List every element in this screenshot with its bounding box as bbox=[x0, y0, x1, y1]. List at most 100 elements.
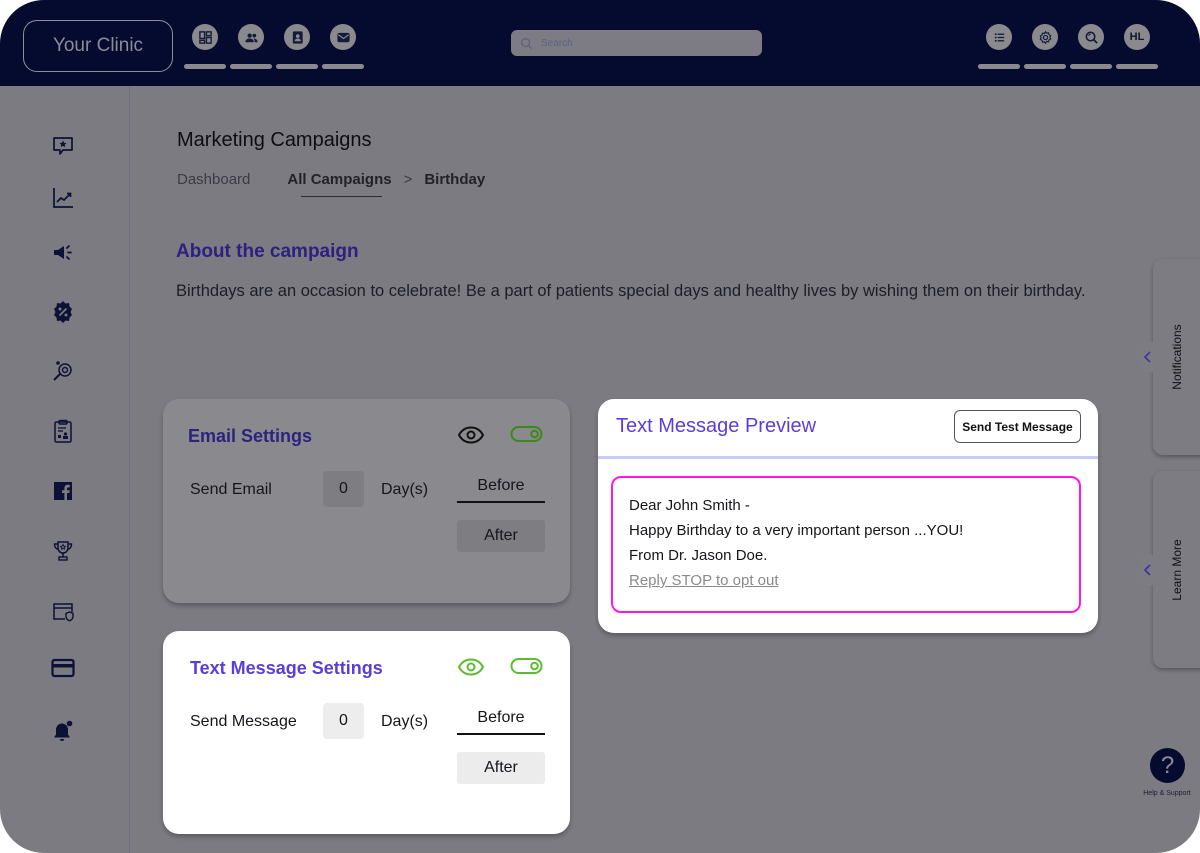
email-settings-title: Email Settings bbox=[188, 426, 313, 446]
help-button[interactable]: ? bbox=[1150, 748, 1185, 783]
notifications-expand-handle[interactable] bbox=[1138, 342, 1154, 372]
sidebar-item-discounts[interactable] bbox=[49, 298, 77, 326]
email-after-option[interactable]: After bbox=[457, 520, 545, 552]
top-bar: Your Clinic Search HL bbox=[0, 0, 1200, 86]
about-heading: About the campaign bbox=[176, 241, 359, 262]
nav-dashboard[interactable] bbox=[182, 24, 228, 69]
nav-search[interactable] bbox=[1068, 24, 1114, 69]
nav-indicator bbox=[276, 64, 318, 69]
avatar-initials: HL bbox=[1129, 31, 1145, 43]
message-signature: From Dr. Jason Doe. bbox=[629, 547, 768, 564]
app-frame: Your Clinic Search HL Marketing Campaign… bbox=[0, 0, 1200, 853]
nav-list[interactable] bbox=[976, 24, 1022, 69]
email-search-icon bbox=[53, 361, 72, 381]
nav-indicator bbox=[230, 64, 272, 69]
eye-icon[interactable] bbox=[457, 657, 485, 677]
search-zoom-icon bbox=[1085, 31, 1098, 44]
chevron-left-icon bbox=[1143, 351, 1151, 363]
clipboard-report-icon bbox=[54, 419, 72, 443]
sidebar-item-security[interactable] bbox=[49, 598, 77, 626]
question-mark-icon: ? bbox=[1160, 751, 1175, 779]
sidebar-item-reviews[interactable] bbox=[49, 132, 77, 160]
email-days-label: Day(s) bbox=[381, 481, 429, 498]
email-before-option[interactable]: Before bbox=[457, 471, 545, 503]
text-days-input[interactable]: 0 bbox=[323, 703, 364, 739]
chevron-right-icon: > bbox=[403, 171, 413, 188]
notifications-tab-label: Notifications bbox=[1170, 324, 1184, 390]
nav-indicator bbox=[1116, 64, 1158, 69]
text-enabled-toggle[interactable] bbox=[510, 657, 544, 675]
page-title: Marketing Campaigns bbox=[177, 129, 372, 151]
email-settings-card: Email Settings Send Email 0 Day(s) Befor… bbox=[163, 399, 570, 603]
right-nav: HL bbox=[976, 24, 1160, 69]
avatar[interactable]: HL bbox=[1124, 24, 1150, 50]
send-test-message-button[interactable]: Send Test Message bbox=[954, 410, 1081, 443]
text-after-option[interactable]: After bbox=[457, 752, 545, 784]
nav-indicator bbox=[322, 64, 364, 69]
sidebar-item-email-search[interactable] bbox=[49, 356, 77, 384]
message-body: Happy Birthday to a very important perso… bbox=[629, 522, 964, 539]
nav-patients[interactable] bbox=[228, 24, 274, 69]
contacts-book-icon bbox=[292, 30, 303, 44]
credit-card-icon bbox=[51, 658, 75, 678]
nav-settings[interactable] bbox=[1022, 24, 1068, 69]
list-icon bbox=[994, 32, 1004, 42]
facebook-icon bbox=[54, 482, 72, 500]
breadcrumb-birthday: Birthday bbox=[424, 171, 486, 188]
marketing-megaphone-icon bbox=[54, 245, 72, 260]
dashboard-grid-icon bbox=[198, 30, 212, 44]
eye-icon[interactable] bbox=[457, 425, 485, 445]
sidebar-item-analytics[interactable] bbox=[49, 184, 77, 212]
settings-gear-icon bbox=[1039, 30, 1051, 44]
nav-indicator bbox=[1070, 64, 1112, 69]
sidebar-divider bbox=[129, 86, 130, 853]
opt-out-link[interactable]: Reply STOP to opt out bbox=[629, 568, 1063, 593]
nav-indicator bbox=[978, 64, 1020, 69]
sidebar-item-marketing[interactable] bbox=[49, 239, 77, 267]
email-enabled-toggle[interactable] bbox=[510, 425, 544, 443]
text-settings-title: Text Message Settings bbox=[190, 658, 383, 678]
text-settings-card: Text Message Settings Send Message 0 Day… bbox=[163, 631, 570, 834]
send-email-label: Send Email bbox=[190, 481, 272, 498]
notifications-panel-tab[interactable]: Notifications bbox=[1153, 259, 1200, 455]
nav-indicator bbox=[184, 64, 226, 69]
breadcrumb-dashboard[interactable]: Dashboard bbox=[177, 171, 250, 188]
message-greeting: Dear John Smith - bbox=[629, 497, 750, 514]
search-bar[interactable] bbox=[511, 30, 762, 56]
mail-envelope-icon bbox=[336, 32, 350, 42]
learn-more-expand-handle[interactable] bbox=[1138, 555, 1154, 585]
send-message-label: Send Message bbox=[190, 713, 297, 730]
chevron-left-icon bbox=[1143, 564, 1151, 576]
breadcrumb: Dashboard All Campaigns > Birthday bbox=[177, 171, 486, 197]
trophy-icon bbox=[53, 541, 73, 561]
secure-window-icon bbox=[53, 603, 74, 622]
preview-title: Text Message Preview bbox=[616, 415, 817, 437]
breadcrumb-all-campaigns[interactable]: All Campaigns bbox=[287, 171, 392, 197]
text-preview-card: Text Message Preview Send Test Message D… bbox=[598, 399, 1098, 633]
sidebar-item-facebook[interactable] bbox=[49, 477, 77, 505]
search-icon bbox=[521, 37, 533, 49]
preview-divider bbox=[598, 456, 1098, 459]
nav-mail[interactable] bbox=[320, 24, 366, 69]
discount-badge-icon bbox=[54, 301, 72, 323]
text-days-label: Day(s) bbox=[381, 713, 429, 730]
about-description: Birthdays are an occasion to celebrate! … bbox=[176, 282, 1086, 300]
learn-more-tab-label: Learn More bbox=[1170, 538, 1184, 601]
sidebar-item-alerts[interactable] bbox=[49, 718, 77, 746]
left-nav bbox=[182, 24, 366, 69]
message-preview-box: Dear John Smith - Happy Birthday to a ve… bbox=[611, 476, 1081, 613]
clinic-brand[interactable]: Your Clinic bbox=[23, 20, 173, 72]
nav-profile[interactable]: HL bbox=[1114, 24, 1160, 69]
learn-more-panel-tab[interactable]: Learn More bbox=[1153, 471, 1200, 668]
help-support-label[interactable]: Help & Support bbox=[1134, 790, 1200, 797]
notification-bell-icon bbox=[54, 720, 73, 741]
sidebar-item-reports[interactable] bbox=[49, 417, 77, 445]
search-input[interactable] bbox=[541, 37, 741, 49]
sidebar-item-awards[interactable] bbox=[49, 537, 77, 565]
email-days-input[interactable]: 0 bbox=[323, 471, 364, 507]
analytics-chart-icon bbox=[53, 188, 73, 208]
nav-contacts[interactable] bbox=[274, 24, 320, 69]
sidebar-item-billing[interactable] bbox=[49, 654, 77, 682]
nav-indicator bbox=[1024, 64, 1066, 69]
text-before-option[interactable]: Before bbox=[457, 703, 545, 735]
